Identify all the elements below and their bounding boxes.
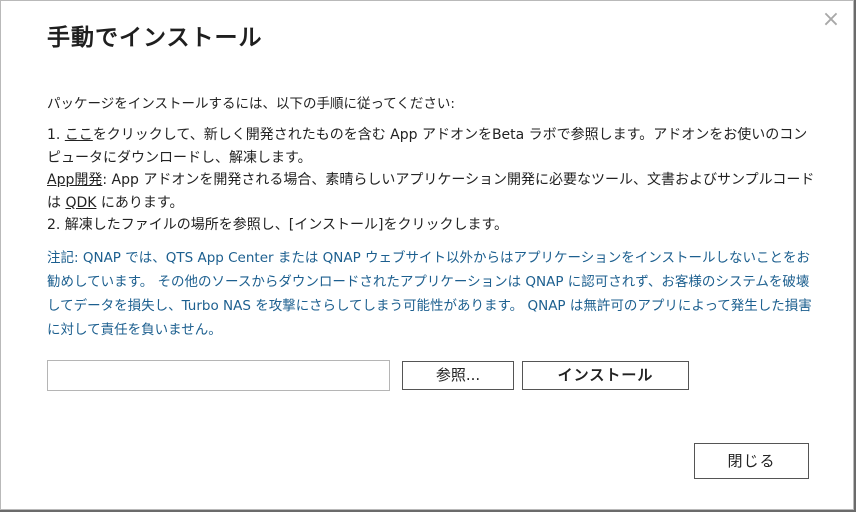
app-dev-link[interactable]: App開発 [47,172,102,188]
step-1: 1. ここをクリックして、新しく開発されたものを含む App アドオンをBeta… [47,124,817,169]
step-1-text: をクリックして、新しく開発されたものを含む App アドオンをBeta ラボで参… [47,127,808,166]
close-button[interactable]: 閉じる [694,443,809,479]
qdk-link[interactable]: QDK [65,195,96,211]
warning-note: 注記: QNAP では、QTS App Center または QNAP ウェブサ… [47,250,812,338]
step-1-prefix: 1. [47,127,65,143]
app-dev-text-end: にあります。 [96,194,184,211]
dialog-title: 手動でインストール [47,25,263,51]
intro-text: パッケージをインストールするには、以下の手順に従ってください: [47,96,455,112]
instructions: 1. ここをクリックして、新しく開発されたものを含む App アドオンをBeta… [47,124,817,237]
file-path-input[interactable] [47,360,390,391]
here-link[interactable]: ここ [65,127,93,143]
install-button[interactable]: インストール [522,361,689,390]
manual-install-dialog: 手動でインストール × パッケージをインストールするには、以下の手順に従ってくだ… [0,0,854,510]
app-dev-line: App開発: App アドオンを開発される場合、素晴らしいアプリケーション開発に… [47,169,817,214]
browse-button[interactable]: 参照... [402,361,514,390]
close-icon[interactable]: × [821,9,841,31]
step-2: 2. 解凍したファイルの場所を参照し、[インストール]をクリックします。 [47,217,509,233]
